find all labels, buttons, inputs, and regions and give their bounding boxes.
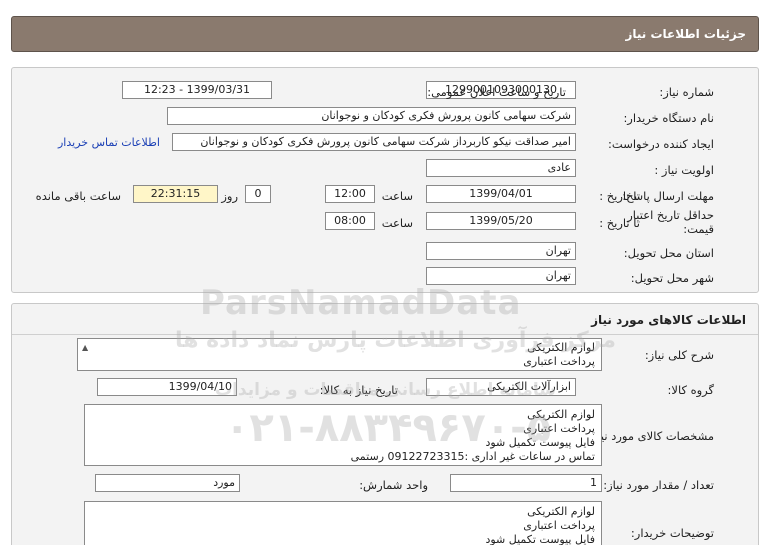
priority-label: اولویت نیاز : xyxy=(654,163,714,177)
buyer-notes-line: فایل پیوست تکمیل شود xyxy=(485,533,595,545)
deadline-time-label: ساعت xyxy=(381,189,413,203)
requester-label: ایجاد کننده درخواست: xyxy=(608,137,714,151)
quantity-field: 1 xyxy=(450,474,602,492)
remaining-time-field: 22:31:15 xyxy=(133,185,218,203)
deadline-date-field: 1399/04/01 xyxy=(426,185,576,203)
spec-line: پرداخت اعتباری xyxy=(523,422,595,435)
remaining-time-label: ساعت باقی مانده xyxy=(35,189,121,203)
unit-field: مورد xyxy=(95,474,240,492)
summary-textarea[interactable]: ▲ لوازم الکتریکی پرداخت اعتباری xyxy=(77,338,602,371)
need-date-label: تاریخ نیاز به کالا: xyxy=(319,383,398,397)
need-date-field: 1399/04/10 xyxy=(97,378,237,396)
spec-label: مشخصات کالای مورد نیاز: xyxy=(587,429,714,443)
goods-panel: اطلاعات کالاهای مورد نیاز شرح کلی نیاز: … xyxy=(11,303,759,545)
buyer-org-field: شرکت سهامی کانون پرورش فکری کودکان و نوج… xyxy=(167,107,576,125)
requester-field: امیر صداقت نیکو کاربرداز شرکت سهامی کانو… xyxy=(172,133,576,151)
page-title: جزئیات اطلاعات نیاز xyxy=(625,27,746,41)
price-validity-time-field: 08:00 xyxy=(325,212,375,230)
remaining-days-field: 0 xyxy=(245,185,271,203)
announce-datetime-field: 1399/03/31 - 12:23 xyxy=(122,81,272,99)
deadline-time-field: 12:00 xyxy=(325,185,375,203)
announce-label: تاریخ و ساعت اعلان عمومی: xyxy=(427,85,566,99)
province-label: استان محل تحویل: xyxy=(623,246,714,260)
buyer-notes-line: لوازم الکتریکی xyxy=(527,505,595,518)
buyer-org-label: نام دستگاه خریدار: xyxy=(623,111,714,125)
province-field: تهران xyxy=(426,242,576,260)
quantity-label: تعداد / مقدار مورد نیاز: xyxy=(603,478,714,492)
goods-group-field: ابزارآلات الکتریکی xyxy=(426,378,576,396)
spec-textarea[interactable]: لوازم الکتریکی پرداخت اعتباری فایل پیوست… xyxy=(84,404,602,466)
spec-line: تماس در ساعات غیر اداری :09122723315 رست… xyxy=(350,450,595,463)
goods-group-label: گروه کالا: xyxy=(667,383,714,397)
need-number-label: شماره نیاز: xyxy=(659,85,714,99)
buyer-contact-link[interactable]: اطلاعات تماس خریدار xyxy=(58,136,160,149)
summary-line: پرداخت اعتباری xyxy=(523,355,595,368)
spec-line: لوازم الکتریکی xyxy=(527,408,595,421)
city-label: شهر محل تحویل: xyxy=(630,271,714,285)
price-to-date-label: تا تاریخ : xyxy=(599,216,640,230)
buyer-notes-label: توضیحات خریدار: xyxy=(630,526,714,540)
summary-line: لوازم الکتریکی xyxy=(527,341,595,354)
page-header: جزئیات اطلاعات نیاز xyxy=(11,16,759,52)
need-details-panel: شماره نیاز: 1299001093000130 تاریخ و ساع… xyxy=(11,67,759,293)
buyer-notes-textarea[interactable]: لوازم الکتریکی پرداخت اعتباری فایل پیوست… xyxy=(84,501,602,545)
spec-line: فایل پیوست تکمیل شود xyxy=(485,436,595,449)
city-field: تهران xyxy=(426,267,576,285)
summary-label: شرح کلی نیاز: xyxy=(644,348,714,362)
section-divider xyxy=(12,334,758,335)
buyer-notes-line: پرداخت اعتباری xyxy=(523,519,595,532)
priority-field: عادی xyxy=(426,159,576,177)
price-time-label: ساعت xyxy=(381,216,413,230)
goods-section-title: اطلاعات کالاهای مورد نیاز xyxy=(591,313,746,327)
price-validity-date-field: 1399/05/20 xyxy=(426,212,576,230)
deadline-to-date-label: تا تاریخ : xyxy=(599,189,640,203)
unit-label: واحد شمارش: xyxy=(359,478,428,492)
scroll-up-icon[interactable]: ▲ xyxy=(82,341,88,355)
